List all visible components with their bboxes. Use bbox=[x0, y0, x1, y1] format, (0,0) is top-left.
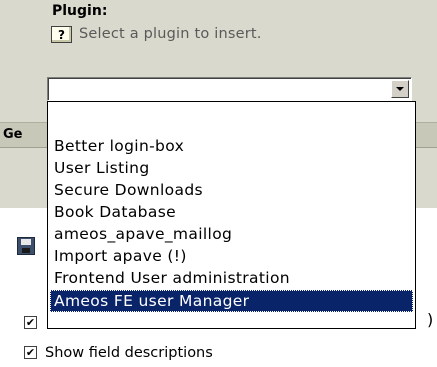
dropdown-option-better-login-box[interactable]: Better login-box bbox=[50, 135, 413, 157]
dropdown-option-frontend-user-administration[interactable]: Frontend User administration bbox=[50, 267, 413, 289]
dropdown-option-book-database[interactable]: Book Database bbox=[50, 201, 413, 223]
save-icon[interactable] bbox=[17, 237, 35, 255]
plugin-dropdown-list[interactable]: Better login-box User Listing Secure Dow… bbox=[47, 101, 416, 329]
dropdown-option-user-listing[interactable]: User Listing bbox=[50, 157, 413, 179]
page-root: Plugin: ? Select a plugin to insert. Ge … bbox=[0, 0, 437, 367]
chevron-down-icon[interactable] bbox=[391, 80, 409, 98]
dropdown-option-secure-downloads[interactable]: Secure Downloads bbox=[50, 179, 413, 201]
plugin-select[interactable] bbox=[47, 77, 412, 101]
option-checkbox[interactable]: ✔ bbox=[24, 316, 37, 329]
help-icon[interactable]: ? bbox=[51, 26, 72, 43]
plugin-label: Plugin: bbox=[52, 3, 108, 19]
dropdown-option-ameos-apave-maillog[interactable]: ameos_apave_maillog bbox=[50, 223, 413, 245]
show-field-descriptions-checkbox[interactable]: ✔ bbox=[24, 346, 37, 359]
show-field-descriptions-label: Show field descriptions bbox=[45, 345, 213, 361]
option-label-fragment: ) bbox=[427, 310, 434, 329]
plugin-hint: Select a plugin to insert. bbox=[79, 26, 262, 42]
general-panel-title-fragment: Ge bbox=[3, 127, 23, 142]
dropdown-option-import-apave[interactable]: Import apave (!) bbox=[50, 245, 413, 267]
dropdown-option-empty[interactable] bbox=[50, 102, 413, 124]
dropdown-option-ameos-fe-user-manager[interactable]: Ameos FE user Manager bbox=[50, 290, 413, 312]
